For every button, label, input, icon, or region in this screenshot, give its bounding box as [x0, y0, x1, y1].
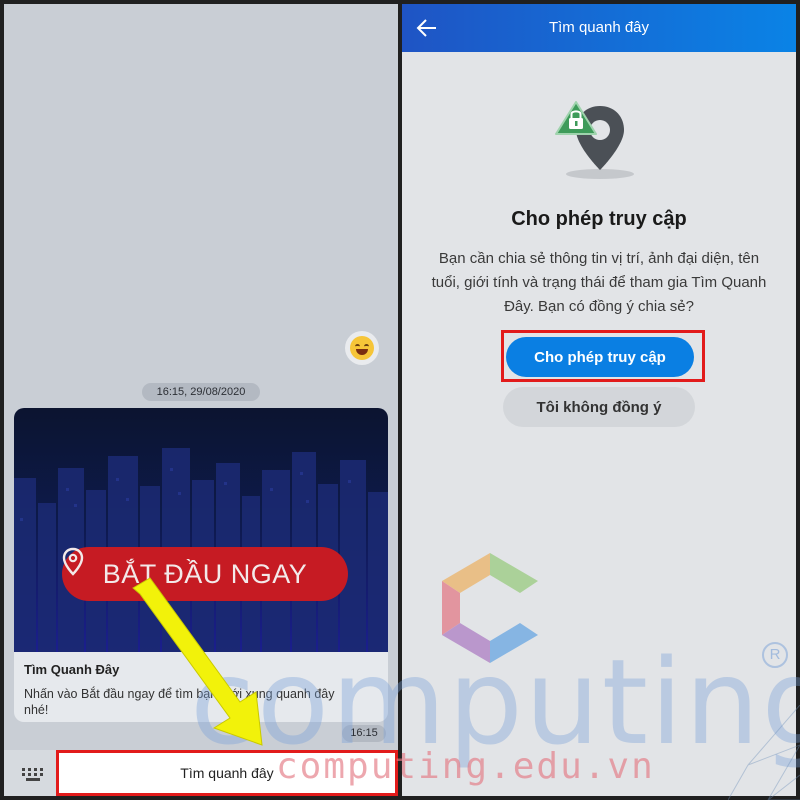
- header-bar: Tìm quanh đây: [402, 4, 796, 52]
- locked-location-icon: [555, 101, 634, 179]
- network-lines-decoration: [728, 705, 800, 800]
- computing-wordmark: computing: [190, 633, 800, 771]
- watermark-url: computing.edu.vn: [276, 746, 655, 787]
- emoji-icon: [350, 336, 374, 360]
- screenshot-composite: 16:15, 29/08/2020 BẮT ĐẦU NGAY Tìm Quanh…: [0, 0, 800, 800]
- permission-description: Bạn cần chia sẻ thông tin vị trí, ảnh đạ…: [431, 250, 767, 315]
- location-pin-icon: [62, 547, 84, 576]
- promo-banner[interactable]: BẮT ĐẦU NGAY: [14, 408, 388, 652]
- start-now-button[interactable]: BẮT ĐẦU NGAY: [62, 547, 348, 601]
- start-now-label: BẮT ĐẦU NGAY: [102, 558, 308, 589]
- emoji-button[interactable]: [345, 331, 379, 365]
- registered-mark: R: [762, 642, 788, 668]
- keyboard-icon[interactable]: [22, 768, 44, 782]
- permission-title: Cho phép truy cập: [511, 208, 687, 230]
- decline-button[interactable]: Tôi không đồng ý: [503, 387, 695, 427]
- header-title: Tìm quanh đây: [548, 19, 650, 36]
- card-title: Tìm Quanh Đây: [24, 662, 120, 677]
- date-timestamp: 16:15, 29/08/2020: [142, 383, 260, 401]
- allow-access-button[interactable]: Cho phép truy cập: [506, 337, 694, 377]
- city-skyline-graphic: [14, 448, 388, 652]
